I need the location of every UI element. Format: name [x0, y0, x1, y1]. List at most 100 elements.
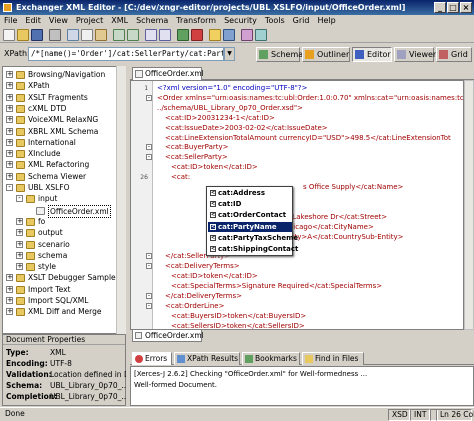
tree-item[interactable]: + Browsing/Navigation [3, 69, 117, 80]
new-file-icon[interactable] [3, 29, 15, 41]
cut-icon[interactable] [67, 29, 79, 41]
save-icon[interactable] [31, 29, 43, 41]
menu-tools[interactable]: Tools [261, 16, 289, 25]
autocomplete-item[interactable]: < cat:ShippingContact [208, 244, 298, 255]
expand-icon[interactable]: + [6, 116, 13, 124]
copy-icon[interactable] [81, 29, 93, 41]
autocomplete-item[interactable]: < cat:ID [208, 199, 292, 210]
minimize-button[interactable]: _ [434, 2, 446, 13]
horizontal-splitter[interactable] [130, 343, 474, 351]
expand-icon[interactable]: + [16, 217, 23, 225]
expand-icon[interactable]: + [6, 297, 13, 304]
tab-xpath-results[interactable]: XPath Results [174, 352, 240, 365]
tree-item[interactable]: + XPath [3, 80, 117, 91]
output-panel[interactable]: [Xerces-J 2.6.2] Checking "OfficeOrder.x… [130, 366, 474, 406]
expand-icon[interactable]: + [6, 161, 13, 169]
tree-item[interactable]: + XML Refactoring [3, 159, 117, 170]
expand-icon[interactable]: + [6, 308, 13, 316]
expand-icon[interactable]: + [6, 285, 13, 293]
menu-schema[interactable]: Schema [132, 16, 172, 25]
expand-icon[interactable]: + [6, 82, 13, 90]
fold-icon[interactable]: - [146, 302, 152, 309]
tree-item[interactable]: + cXML DTD [3, 103, 117, 114]
maximize-button[interactable]: □ [447, 2, 459, 13]
tree-item[interactable]: + VoiceXML RelaxNG [3, 114, 117, 125]
expand-icon[interactable]: + [16, 251, 23, 259]
collapse-icon[interactable]: - [16, 195, 23, 203]
tree-item[interactable]: + XInclude [3, 148, 117, 159]
close-button[interactable]: × [460, 2, 472, 13]
menu-grid[interactable]: Grid [289, 16, 314, 25]
tree-item[interactable]: + style [3, 261, 117, 272]
menu-project[interactable]: Project [72, 16, 107, 25]
tab-find-in-files[interactable]: Find in Files [302, 352, 364, 365]
menu-edit[interactable]: Edit [21, 16, 45, 25]
validate-icon[interactable] [177, 29, 189, 41]
tab-officeorder-bottom[interactable]: OfficeOrder.xml [132, 330, 204, 342]
schema-icon[interactable] [241, 29, 253, 41]
expand-icon[interactable]: + [6, 172, 13, 180]
menu-view[interactable]: View [45, 16, 72, 25]
tree-item[interactable]: + International [3, 137, 117, 148]
well-formed-icon[interactable] [191, 29, 203, 41]
expand-icon[interactable]: + [6, 104, 13, 112]
xpath-input[interactable]: /*[name()='Order']/cat:SellerParty/cat:P… [28, 47, 224, 61]
xpath-dropdown-button[interactable]: ▼ [224, 47, 235, 61]
editor-scrollbar[interactable] [464, 80, 474, 330]
paste-icon[interactable] [95, 29, 107, 41]
grid-icon[interactable] [255, 29, 267, 41]
redo-icon[interactable] [127, 29, 139, 41]
tree-item[interactable]: - UBL XSLFO [3, 182, 117, 193]
fold-icon[interactable]: - [146, 144, 152, 151]
project-tree-scrollbar[interactable] [116, 66, 126, 334]
tree-item[interactable]: - input [3, 193, 117, 204]
expand-icon[interactable]: + [6, 138, 13, 146]
tree-item[interactable]: + schema [3, 250, 117, 261]
autocomplete-item[interactable]: < cat:PartyName [208, 221, 292, 233]
grid-view-button[interactable]: Grid [436, 47, 472, 62]
tree-item[interactable]: + fo [3, 216, 117, 227]
autocomplete-popup[interactable]: < cat:Address < cat:ID < cat:OrderContact < cat… [206, 186, 298, 256]
find-next-icon[interactable] [159, 29, 171, 41]
tree-item[interactable]: + Import SQL/XML [3, 295, 117, 306]
expand-icon[interactable]: + [16, 229, 23, 237]
expand-icon[interactable]: + [6, 150, 13, 158]
tab-officeorder[interactable]: OfficeOrder.xml [132, 67, 204, 80]
tree-item[interactable]: + XBRL XML Schema [3, 126, 117, 137]
print-icon[interactable] [49, 29, 61, 41]
fold-icon[interactable]: - [146, 253, 152, 260]
editor-view-button[interactable]: Editor [352, 47, 392, 62]
tree-item[interactable]: + XSLT Fragments [3, 92, 117, 103]
format-icon[interactable] [209, 29, 221, 41]
tree-item[interactable]: + Schema Viewer [3, 171, 117, 182]
tree-item[interactable]: + scenario [3, 239, 117, 250]
open-folder-icon[interactable] [17, 29, 29, 41]
tab-errors[interactable]: Errors [132, 352, 172, 365]
expand-icon[interactable]: + [6, 71, 13, 78]
fold-icon[interactable]: - [146, 263, 152, 270]
tree-item[interactable]: OfficeOrder.xml [3, 204, 117, 218]
tree-item[interactable]: + XML Diff and Merge [3, 306, 117, 317]
tree-item[interactable]: + XSLT Debugger Sample [3, 272, 117, 283]
menu-file[interactable]: File [0, 16, 21, 25]
undo-icon[interactable] [113, 29, 125, 41]
fold-icon[interactable]: - [146, 292, 152, 299]
expand-icon[interactable]: + [16, 240, 23, 248]
xml-editor[interactable]: 1 26 - - - - - - - <?xml version="1.0" encoding=… [130, 80, 464, 330]
expand-icon[interactable]: + [6, 127, 13, 135]
tree-item[interactable]: + output [3, 227, 117, 238]
tab-bookmarks[interactable]: Bookmarks [242, 352, 300, 365]
find-icon[interactable] [145, 29, 157, 41]
transform-icon[interactable] [223, 29, 235, 41]
tree-item[interactable]: + Import Text [3, 284, 117, 295]
menu-xml[interactable]: XML [107, 16, 132, 25]
project-tree[interactable]: + Browsing/Navigation + XPath + XSLT Fragment… [2, 66, 126, 334]
menu-transform[interactable]: Transform [172, 16, 220, 25]
expand-icon[interactable]: + [6, 93, 13, 101]
outliner-view-button[interactable]: Outliner [302, 47, 350, 62]
menu-help[interactable]: Help [313, 16, 339, 25]
viewer-view-button[interactable]: Viewer [394, 47, 436, 62]
autocomplete-item[interactable]: < cat:PartyTaxScheme [208, 233, 298, 244]
fold-icon[interactable]: - [146, 154, 152, 161]
expand-icon[interactable]: + [6, 274, 13, 282]
